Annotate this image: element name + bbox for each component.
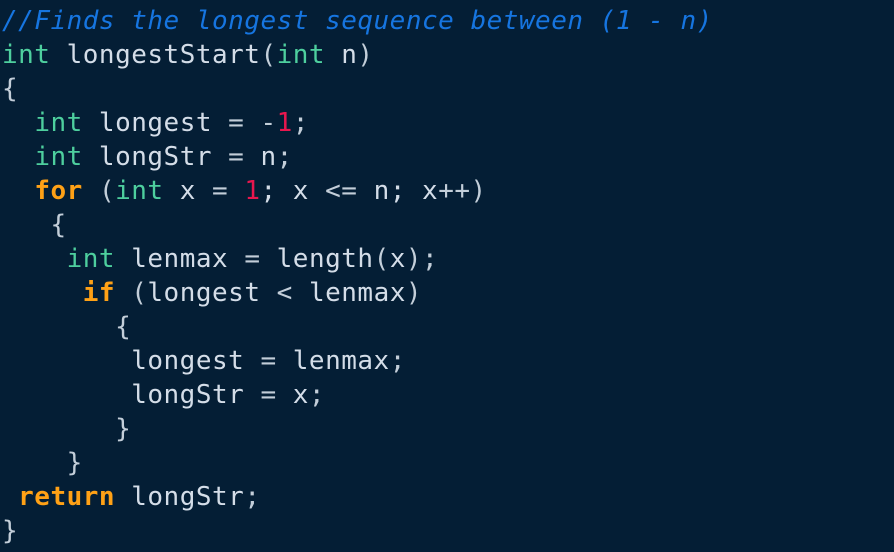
code-line: { (2, 310, 894, 344)
code-token-keyword: if (82, 278, 116, 308)
code-token-operator: < (276, 278, 293, 308)
code-line: int longStr = n; (2, 140, 894, 174)
code-token-keyword: return (18, 482, 116, 512)
code-line: longest = lenmax; (2, 344, 894, 378)
code-token-plain: n (244, 142, 277, 172)
code-token-plain: lenmax (276, 346, 390, 376)
code-line: return longStr; (2, 480, 894, 514)
code-token-operator: = (244, 244, 261, 274)
code-screenshot: //Finds the longest sequence between (1 … (0, 0, 894, 552)
code-token-number: 1 (244, 176, 261, 206)
code-token-type: int (115, 176, 164, 206)
code-token-operator: = (260, 346, 277, 376)
code-token-plain: longest (82, 108, 229, 138)
code-line: longStr = x; (2, 378, 894, 412)
code-token-keyword: for (34, 176, 83, 206)
code-token-punct: ; (244, 482, 261, 512)
code-token-punct: } (2, 516, 19, 546)
code-token-punct: ) (405, 244, 423, 274)
code-token-punct: ( (131, 278, 148, 308)
code-line: { (2, 72, 894, 106)
code-line: for (int x = 1; x <= n; x++) (2, 174, 894, 208)
code-token-operator: - (260, 108, 277, 138)
code-token-operator: = (228, 108, 245, 138)
code-token-plain: lenmax (115, 244, 245, 274)
code-token-punct: ) (357, 40, 374, 70)
code-token-operator: <= (325, 176, 358, 206)
code-token-operator: ++ (438, 176, 471, 206)
code-editor-content[interactable]: //Finds the longest sequence between (1 … (0, 0, 894, 552)
code-token-punct: } (66, 448, 83, 478)
code-line: } (2, 412, 894, 446)
code-token-punct: { (115, 312, 132, 342)
code-token-punct: { (2, 74, 19, 104)
code-token-punct: ; (276, 142, 293, 172)
code-line: if (longest < lenmax) (2, 276, 894, 310)
code-token-punct: ) (470, 176, 487, 206)
code-token-punct: ( (260, 40, 277, 70)
code-token-plain: longest (2, 346, 261, 376)
code-token-plain: x (163, 176, 213, 206)
code-line: int lenmax = length(x); (2, 242, 894, 276)
code-token-punct: ) (405, 278, 423, 308)
code-token-type: int (34, 142, 83, 172)
code-token-plain: x (276, 380, 309, 410)
code-token-punct: } (115, 414, 132, 444)
code-token-punct: ; (308, 380, 326, 410)
code-line: { (2, 208, 894, 242)
code-token-operator: = (212, 176, 229, 206)
code-token-punct: { (50, 210, 67, 240)
code-token-number: 1 (276, 108, 293, 138)
code-token-type: int (66, 244, 116, 274)
code-token-plain: longestStart (50, 40, 261, 70)
code-token-punct: ; (389, 346, 406, 376)
code-line: } (2, 446, 894, 480)
code-token-plain: lenmax (292, 278, 406, 308)
code-token-punct: ; (292, 108, 309, 138)
code-token-plain: length (260, 244, 374, 274)
code-token-type: int (276, 40, 326, 70)
code-line: } (2, 514, 894, 548)
code-token-operator: = (228, 142, 245, 172)
code-token-plain: longStr (115, 482, 245, 512)
code-token-type: int (2, 40, 51, 70)
code-token-plain: ; x (260, 176, 326, 206)
code-token-plain: longStr (82, 142, 229, 172)
code-token-punct: ( (98, 176, 116, 206)
code-token-operator: = (260, 380, 277, 410)
code-token-punct: ; (422, 244, 439, 274)
code-line: int longestStart(int n) (2, 38, 894, 72)
code-token-plain: longest (147, 278, 277, 308)
code-line: int longest = -1; (2, 106, 894, 140)
code-token-plain: n (325, 40, 358, 70)
code-token-plain: x (389, 244, 406, 274)
code-token-comment: //Finds the longest sequence between (1 … (2, 6, 713, 36)
code-token-plain: longStr (2, 380, 261, 410)
code-line: //Finds the longest sequence between (1 … (2, 4, 894, 38)
code-token-type: int (34, 108, 83, 138)
code-token-plain: n; x (357, 176, 439, 206)
code-token-punct: ( (373, 244, 390, 274)
